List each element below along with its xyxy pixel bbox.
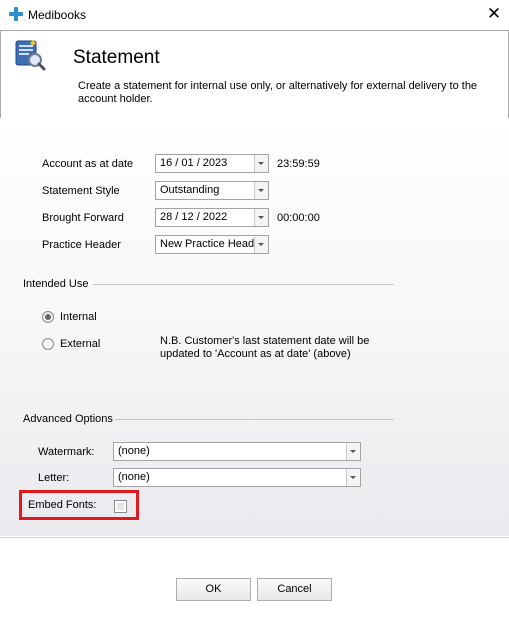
chevron-down-icon[interactable] (254, 236, 268, 253)
external-radio[interactable] (42, 338, 54, 350)
practice-header-value: New Practice Head (160, 238, 255, 250)
account-as-at-time: 23:59:59 (277, 158, 320, 170)
external-radio-label[interactable]: External (60, 338, 100, 350)
account-as-at-label: Account as at date (42, 158, 134, 170)
close-icon[interactable]: ✕ (486, 4, 502, 24)
practice-header-label: Practice Header (42, 239, 121, 251)
brought-forward-value: 28 / 12 / 2022 (160, 211, 228, 223)
embed-fonts-label: Embed Fonts: (28, 499, 97, 511)
internal-radio[interactable] (42, 311, 54, 323)
group-divider (93, 284, 394, 285)
medibooks-cross-icon (9, 7, 23, 21)
window-title: Medibooks (28, 8, 87, 22)
brought-forward-date-picker[interactable]: 28 / 12 / 2022 (155, 208, 269, 227)
watermark-select[interactable]: (none) (113, 442, 361, 461)
chevron-down-icon[interactable] (254, 182, 268, 199)
brought-forward-time: 00:00:00 (277, 212, 320, 224)
watermark-label: Watermark: (38, 446, 95, 458)
letter-select[interactable]: (none) (113, 468, 361, 487)
watermark-value: (none) (118, 445, 150, 457)
internal-radio-label[interactable]: Internal (60, 311, 97, 323)
intended-use-title: Intended Use (23, 278, 89, 290)
external-note: N.B. Customer's last statement date will… (160, 335, 370, 360)
brought-forward-label: Brought Forward (42, 212, 124, 224)
chevron-down-icon[interactable] (254, 155, 268, 172)
chevron-down-icon[interactable] (346, 443, 360, 460)
statement-style-value: Outstanding (160, 184, 220, 196)
account-as-at-value: 16 / 01 / 2023 (160, 157, 228, 169)
page-description: Create a statement for internal use only… (78, 80, 478, 105)
statement-style-select[interactable]: Outstanding (155, 181, 269, 200)
practice-header-select[interactable]: New Practice Head (155, 235, 269, 254)
page-title: Statement (73, 47, 160, 68)
embed-fonts-checkbox[interactable] (114, 500, 127, 513)
chevron-down-icon[interactable] (254, 209, 268, 226)
statement-style-label: Statement Style (42, 185, 120, 197)
letter-label: Letter: (38, 472, 70, 484)
account-as-at-date-picker[interactable]: 16 / 01 / 2023 (155, 154, 269, 173)
dialog-footer (0, 537, 509, 624)
cancel-button[interactable]: Cancel (257, 578, 332, 601)
statement-document-icon (15, 40, 46, 71)
ok-button[interactable]: OK (176, 578, 251, 601)
advanced-options-title: Advanced Options (23, 413, 113, 425)
letter-value: (none) (118, 471, 150, 483)
chevron-down-icon[interactable] (346, 469, 360, 486)
group-divider (115, 419, 394, 420)
